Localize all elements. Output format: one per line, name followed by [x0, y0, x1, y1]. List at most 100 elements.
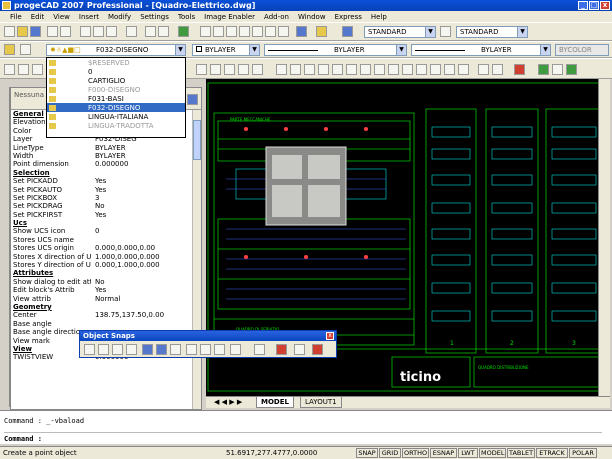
layer-item[interactable]: LINGUA-ITALIANA [47, 112, 185, 121]
property-value[interactable] [91, 320, 201, 328]
stretch-icon[interactable] [388, 64, 399, 75]
menu-image-enabler[interactable]: Image Enabler [204, 13, 255, 21]
property-value[interactable] [91, 219, 201, 227]
hatch-icon[interactable] [210, 64, 221, 75]
property-row[interactable]: Set PICKBOX 3 [11, 194, 201, 202]
property-row[interactable]: Stores UCS name [11, 236, 201, 244]
mirror-icon[interactable] [304, 64, 315, 75]
fillet-icon[interactable] [458, 64, 469, 75]
menu-modify[interactable]: Modify [108, 13, 131, 21]
layer-item-selected[interactable]: F032-DISEGNO [47, 103, 185, 112]
rectangle-icon[interactable] [196, 64, 207, 75]
property-section-header[interactable]: Attributes [11, 269, 201, 277]
tab-layout1[interactable]: LAYOUT1 [300, 397, 342, 408]
tab-model[interactable]: MODEL [256, 397, 294, 408]
undo-icon[interactable] [145, 26, 156, 37]
snap-insertion-icon[interactable] [200, 344, 211, 355]
property-row[interactable]: Set PICKFIRST Yes [11, 211, 201, 219]
polar-toggle[interactable]: POLAR [569, 448, 597, 458]
snap-tangent-icon[interactable] [170, 344, 181, 355]
menu-insert[interactable]: Insert [79, 13, 99, 21]
layer-item[interactable]: $RESERVED [47, 58, 185, 67]
linetype-combo[interactable]: BYLAYER ▼ [264, 44, 407, 56]
zoom-extents-icon[interactable] [239, 26, 250, 37]
snap-toggle-icon[interactable] [312, 344, 323, 355]
render-icon[interactable] [538, 64, 549, 75]
snap-apparent-intersection-icon[interactable] [126, 344, 137, 355]
property-row[interactable]: LineType BYLAYER [11, 144, 201, 152]
properties-icon[interactable] [296, 26, 307, 37]
save-icon[interactable] [30, 26, 41, 37]
menu-help[interactable]: Help [371, 13, 387, 21]
block-icon[interactable] [224, 64, 235, 75]
property-row[interactable]: View attrib Normal [11, 295, 201, 303]
zoom-window-icon[interactable] [226, 26, 237, 37]
close-icon[interactable]: x [326, 332, 334, 340]
property-value[interactable]: BYLAYER [91, 144, 201, 152]
object-snaps-title[interactable]: Object Snaps [80, 331, 336, 341]
close-button[interactable]: x [600, 1, 610, 10]
property-value[interactable]: Yes [91, 286, 201, 294]
snap-toggle[interactable]: SNAP [356, 448, 378, 458]
scale-icon[interactable] [374, 64, 385, 75]
property-row[interactable]: Show UCS icon 0 [11, 227, 201, 235]
menu-settings[interactable]: Settings [140, 13, 169, 21]
text-style-combo[interactable]: STANDARD ▼ [364, 26, 436, 38]
property-row[interactable]: Point dimension 0.000000 [11, 160, 201, 168]
layer-item[interactable]: F031-BASI [47, 94, 185, 103]
property-value[interactable]: 0.000,1.000,0.000 [91, 261, 201, 269]
material-icon[interactable] [566, 64, 577, 75]
explode-icon[interactable] [478, 64, 489, 75]
tab-nav-arrows[interactable]: ◀ ◀ ▶ ▶ [214, 398, 242, 406]
properties-scrollbar[interactable] [192, 110, 201, 409]
zoom-previous-icon[interactable] [252, 26, 263, 37]
snap-quick-icon[interactable] [254, 344, 265, 355]
rotate-icon[interactable] [360, 64, 371, 75]
snap-center-icon[interactable] [142, 344, 153, 355]
property-value[interactable]: Yes [91, 211, 201, 219]
property-value[interactable] [91, 169, 201, 177]
grid-toggle[interactable]: GRID [379, 448, 401, 458]
match-properties-icon[interactable] [126, 26, 137, 37]
array-icon[interactable] [332, 64, 343, 75]
cut-object-icon[interactable] [514, 64, 525, 75]
chamfer-icon[interactable] [444, 64, 455, 75]
maximize-button[interactable]: □ [589, 1, 599, 10]
insert-icon[interactable] [238, 64, 249, 75]
property-value[interactable]: 0.000000 [91, 160, 201, 168]
trim-icon[interactable] [402, 64, 413, 75]
property-value[interactable]: Yes [91, 186, 201, 194]
dimension-style-combo[interactable]: STANDARD ▼ [456, 26, 528, 38]
text-icon[interactable] [252, 64, 263, 75]
quick-select-icon[interactable] [187, 94, 198, 105]
property-row[interactable]: Show dialog to edit attribNo [11, 278, 201, 286]
design-center-icon[interactable] [316, 26, 327, 37]
property-row[interactable]: Width BYLAYER [11, 152, 201, 160]
dimension-style-icon[interactable] [440, 26, 451, 37]
line-icon[interactable] [4, 64, 15, 75]
property-value[interactable]: No [91, 202, 201, 210]
property-value[interactable]: Yes [91, 177, 201, 185]
property-value[interactable]: 0.000,0.000,0.00 [91, 244, 201, 252]
polyline-icon[interactable] [18, 64, 29, 75]
hyperlink-icon[interactable] [178, 26, 189, 37]
etrack-toggle[interactable]: ETRACK [536, 448, 568, 458]
layer-item[interactable]: F000-DISEGNO [47, 85, 185, 94]
offset-icon[interactable] [318, 64, 329, 75]
cut-icon[interactable] [80, 26, 91, 37]
snap-midpoint-icon[interactable] [98, 344, 109, 355]
property-value[interactable] [91, 269, 201, 277]
plot-style-combo[interactable]: BYCOLOR [555, 44, 609, 56]
print-icon[interactable] [47, 26, 58, 37]
property-section-header[interactable]: Ucs [11, 219, 201, 227]
snap-quadrant-icon[interactable] [156, 344, 167, 355]
lineweight-combo[interactable]: BYLAYER ▼ [411, 44, 551, 56]
menu-window[interactable]: Window [298, 13, 326, 21]
property-row[interactable]: Edit block's Attrib Yes [11, 286, 201, 294]
zoom-icon[interactable] [213, 26, 224, 37]
property-value[interactable] [91, 236, 201, 244]
snap-intersection-icon[interactable] [112, 344, 123, 355]
layer-item[interactable]: CARTIGLIO [47, 76, 185, 85]
menu-tools[interactable]: Tools [178, 13, 195, 21]
layer-combo[interactable]: ✸☼▲■□ F032-DISEGNO ▼ [46, 44, 186, 56]
